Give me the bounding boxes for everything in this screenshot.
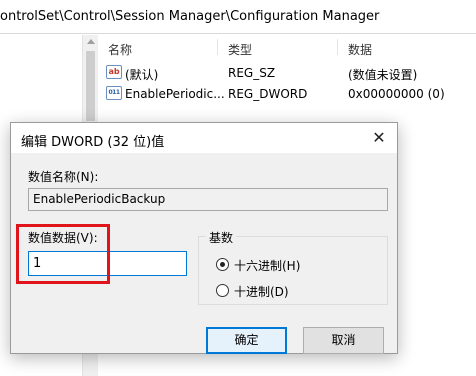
binary-value-icon: 011 xyxy=(106,86,122,100)
edit-dword-dialog: 编辑 DWORD (32 位)值 ✕ 数值名称(N): EnablePeriod… xyxy=(10,122,398,354)
column-separator xyxy=(337,39,338,55)
value-type: REG_DWORD xyxy=(228,87,308,101)
value-name: (默认) xyxy=(125,68,159,82)
column-separator xyxy=(217,39,218,55)
ok-button[interactable]: 确定 xyxy=(206,327,287,354)
highlight-box xyxy=(16,224,110,284)
value-type: REG_SZ xyxy=(228,66,276,80)
address-path[interactable]: ontrolSet\Control\Session Manager\Config… xyxy=(0,9,379,24)
address-bar[interactable]: ontrolSet\Control\Session Manager\Config… xyxy=(0,0,476,34)
value-data: 0x00000000 (0) xyxy=(348,87,445,101)
scroll-up-arrow-icon[interactable] xyxy=(87,39,95,44)
radio-label[interactable]: 十六进制(H) xyxy=(234,257,300,274)
radio-label[interactable]: 十进制(D) xyxy=(234,283,289,300)
cancel-button[interactable]: 取消 xyxy=(303,327,384,354)
radio-button[interactable] xyxy=(216,258,229,271)
column-header-data[interactable]: 数据 xyxy=(348,41,372,58)
string-value-icon: ab xyxy=(106,65,122,79)
column-header-type[interactable]: 类型 xyxy=(228,41,252,58)
base-group-label: 基数 xyxy=(206,229,237,246)
radio-selected-dot xyxy=(220,262,225,267)
value-name-field: EnablePeriodicBackup xyxy=(28,188,388,211)
value-name-label: 数值名称(N): xyxy=(28,170,99,184)
dialog-titlebar[interactable]: 编辑 DWORD (32 位)值 ✕ xyxy=(11,123,397,153)
dialog-title: 编辑 DWORD (32 位)值 xyxy=(21,135,165,150)
list-item[interactable]: ab (默认) REG_SZ (数值未设置) xyxy=(99,63,476,83)
list-item[interactable]: 011 EnablePeriodic... REG_DWORD 0x000000… xyxy=(99,84,476,104)
value-data: (数值未设置) xyxy=(348,68,418,82)
value-name: EnablePeriodic... xyxy=(125,87,225,101)
close-icon[interactable]: ✕ xyxy=(367,126,391,150)
column-header-name[interactable]: 名称 xyxy=(108,41,132,58)
scroll-thumb[interactable] xyxy=(86,51,95,121)
radio-button[interactable] xyxy=(216,284,229,297)
